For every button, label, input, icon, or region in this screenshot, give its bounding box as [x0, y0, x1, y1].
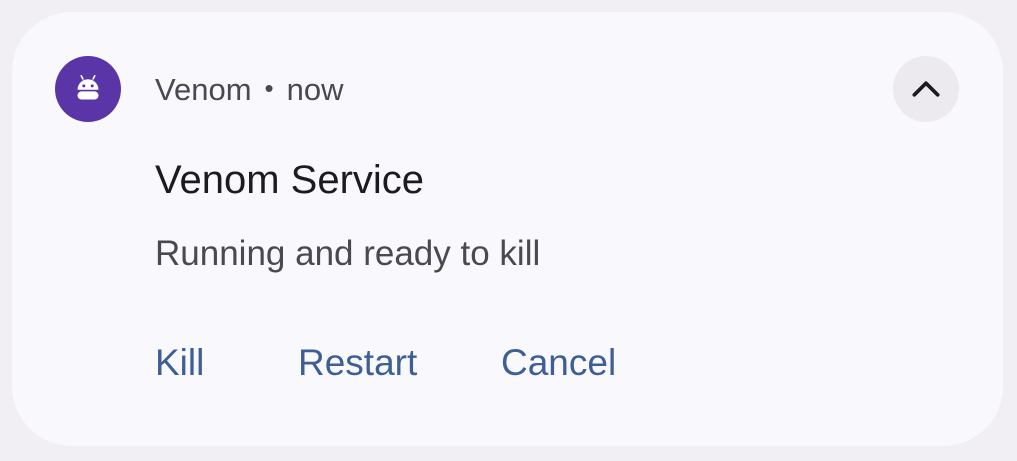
app-name: Venom — [155, 72, 252, 107]
notification-card[interactable]: Venom • now Venom Service Running and read… — [12, 12, 1003, 446]
android-icon — [77, 74, 99, 100]
header-separator: • — [264, 73, 274, 103]
restart-button[interactable]: Restart — [298, 342, 417, 384]
notification-text: Running and ready to kill — [155, 234, 541, 273]
notification-header: Venom • now — [155, 72, 344, 108]
notification-time: now — [286, 72, 344, 107]
chevron-up-icon — [912, 81, 940, 97]
cancel-button[interactable]: Cancel — [501, 342, 616, 384]
notification-title: Venom Service — [155, 158, 425, 202]
collapse-button[interactable] — [893, 56, 959, 122]
app-icon — [55, 56, 121, 122]
kill-button[interactable]: Kill — [155, 342, 204, 384]
